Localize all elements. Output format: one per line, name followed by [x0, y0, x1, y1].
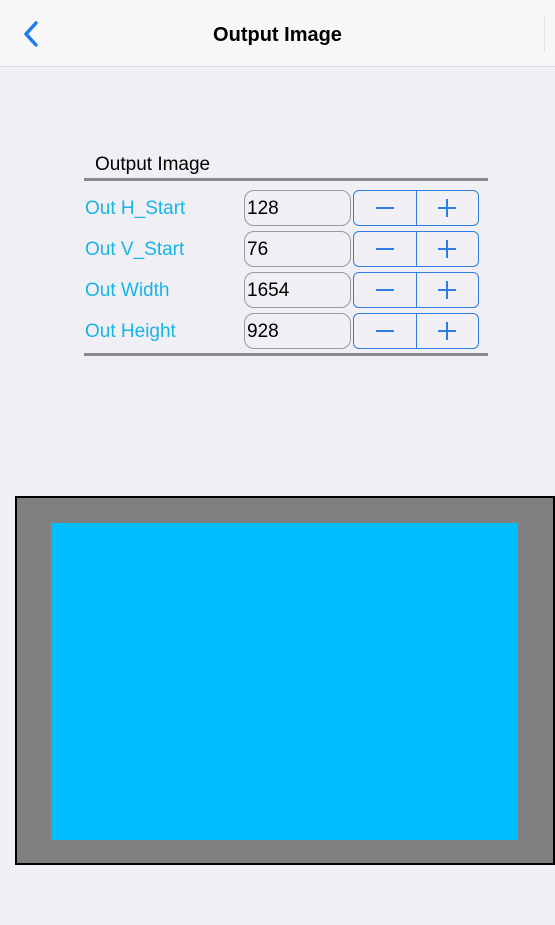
- plus-icon: [438, 322, 457, 340]
- out-h-start-increment-button[interactable]: [415, 191, 479, 225]
- row-out-v-start: Out V_Start 76: [84, 231, 488, 269]
- plus-icon: [438, 199, 457, 217]
- page-title: Output Image: [213, 24, 342, 46]
- out-height-field[interactable]: 928: [244, 313, 351, 349]
- out-width-label: Out Width: [85, 280, 170, 301]
- out-v-start-stepper: [353, 231, 479, 267]
- out-h-start-stepper: [353, 190, 479, 226]
- minus-icon: [375, 330, 394, 332]
- row-out-h-start: Out H_Start 128: [84, 190, 488, 228]
- out-v-start-increment-button[interactable]: [415, 232, 479, 266]
- out-h-start-field[interactable]: 128: [244, 190, 351, 226]
- minus-icon: [375, 207, 394, 209]
- plus-icon: [438, 240, 457, 258]
- section-top-divider: [84, 178, 488, 181]
- out-v-start-label: Out V_Start: [85, 239, 185, 260]
- navbar-divider: [544, 16, 545, 52]
- out-height-label: Out Height: [85, 321, 176, 342]
- row-out-width: Out Width 1654: [84, 272, 488, 310]
- minus-icon: [375, 248, 394, 250]
- out-width-stepper: [353, 272, 479, 308]
- plus-icon: [438, 281, 457, 299]
- out-height-increment-button[interactable]: [415, 314, 479, 348]
- out-h-start-label: Out H_Start: [85, 198, 186, 219]
- output-area-preview: [51, 523, 518, 840]
- out-height-stepper: [353, 313, 479, 349]
- out-width-increment-button[interactable]: [415, 273, 479, 307]
- navigation-bar: Output Image: [0, 0, 555, 67]
- row-out-height: Out Height 928: [84, 313, 488, 351]
- section-bottom-divider: [84, 353, 488, 356]
- out-width-decrement-button[interactable]: [354, 273, 416, 307]
- out-v-start-decrement-button[interactable]: [354, 232, 416, 266]
- out-height-decrement-button[interactable]: [354, 314, 416, 348]
- out-h-start-decrement-button[interactable]: [354, 191, 416, 225]
- out-width-field[interactable]: 1654: [244, 272, 351, 308]
- minus-icon: [375, 289, 394, 291]
- out-v-start-field[interactable]: 76: [244, 231, 351, 267]
- section-title: Output Image: [95, 154, 211, 175]
